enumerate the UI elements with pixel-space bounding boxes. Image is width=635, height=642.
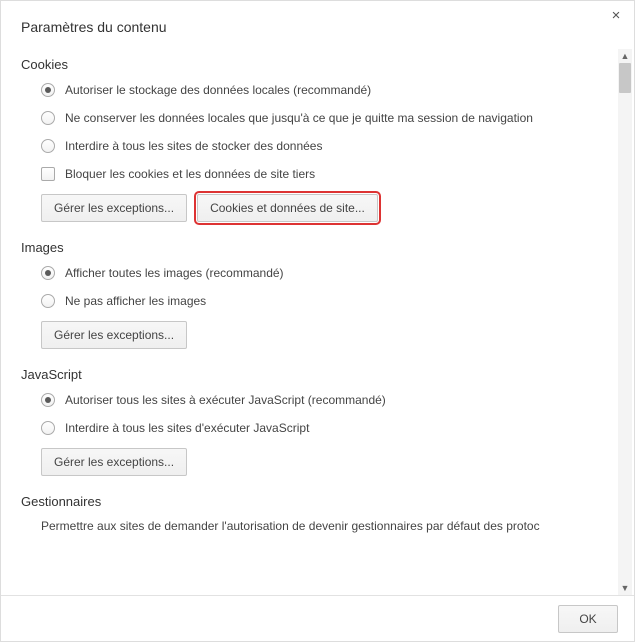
- option-label: Ne pas afficher les images: [65, 293, 206, 309]
- section-cookies: Cookies Autoriser le stockage des donnée…: [21, 57, 614, 222]
- option-label: Interdire à tous les sites d'exécuter Ja…: [65, 420, 309, 436]
- radio-icon[interactable]: [41, 111, 55, 125]
- cookies-exceptions-button[interactable]: Gérer les exceptions...: [41, 194, 187, 222]
- section-title-javascript: JavaScript: [21, 367, 614, 382]
- radio-icon[interactable]: [41, 139, 55, 153]
- option-label: Ne conserver les données locales que jus…: [65, 110, 533, 126]
- scroll-thumb[interactable]: [619, 63, 631, 93]
- section-javascript: JavaScript Autoriser tous les sites à ex…: [21, 367, 614, 476]
- js-option-block[interactable]: Interdire à tous les sites d'exécuter Ja…: [41, 420, 614, 436]
- images-option-show[interactable]: Afficher toutes les images (recommandé): [41, 265, 614, 281]
- radio-icon[interactable]: [41, 83, 55, 97]
- section-title-handlers: Gestionnaires: [21, 494, 614, 509]
- option-label: Interdire à tous les sites de stocker de…: [65, 138, 322, 154]
- section-handlers: Gestionnaires Permettre aux sites de dem…: [21, 494, 614, 533]
- handlers-option-truncated: Permettre aux sites de demander l'autori…: [21, 519, 614, 533]
- vertical-scrollbar[interactable]: ▲ ▼: [618, 49, 632, 595]
- radio-icon[interactable]: [41, 421, 55, 435]
- dialog-title: Paramètres du contenu: [21, 19, 614, 35]
- checkbox-icon[interactable]: [41, 167, 55, 181]
- scroll-track[interactable]: [618, 63, 632, 581]
- section-title-cookies: Cookies: [21, 57, 614, 72]
- images-option-hide[interactable]: Ne pas afficher les images: [41, 293, 614, 309]
- option-label: Bloquer les cookies et les données de si…: [65, 166, 315, 182]
- content-scroll: Cookies Autoriser le stockage des donnée…: [1, 49, 634, 595]
- cookies-option-allow[interactable]: Autoriser le stockage des données locale…: [41, 82, 614, 98]
- section-title-images: Images: [21, 240, 614, 255]
- cookies-sitedata-button[interactable]: Cookies et données de site...: [197, 194, 378, 222]
- cookies-option-block[interactable]: Interdire à tous les sites de stocker de…: [41, 138, 614, 154]
- scroll-up-icon[interactable]: ▲: [618, 49, 632, 63]
- close-icon[interactable]: ×: [606, 7, 626, 27]
- js-exceptions-button[interactable]: Gérer les exceptions...: [41, 448, 187, 476]
- images-exceptions-button[interactable]: Gérer les exceptions...: [41, 321, 187, 349]
- js-option-allow[interactable]: Autoriser tous les sites à exécuter Java…: [41, 392, 614, 408]
- cookies-option-session[interactable]: Ne conserver les données locales que jus…: [41, 110, 614, 126]
- scroll-down-icon[interactable]: ▼: [618, 581, 632, 595]
- radio-icon[interactable]: [41, 294, 55, 308]
- radio-icon[interactable]: [41, 393, 55, 407]
- option-label: Autoriser tous les sites à exécuter Java…: [65, 392, 386, 408]
- ok-button[interactable]: OK: [558, 605, 618, 633]
- dialog-footer: OK: [1, 595, 634, 641]
- option-label: Autoriser le stockage des données locale…: [65, 82, 371, 98]
- cookies-option-thirdparty[interactable]: Bloquer les cookies et les données de si…: [41, 166, 614, 182]
- radio-icon[interactable]: [41, 266, 55, 280]
- option-label: Afficher toutes les images (recommandé): [65, 265, 284, 281]
- section-images: Images Afficher toutes les images (recom…: [21, 240, 614, 349]
